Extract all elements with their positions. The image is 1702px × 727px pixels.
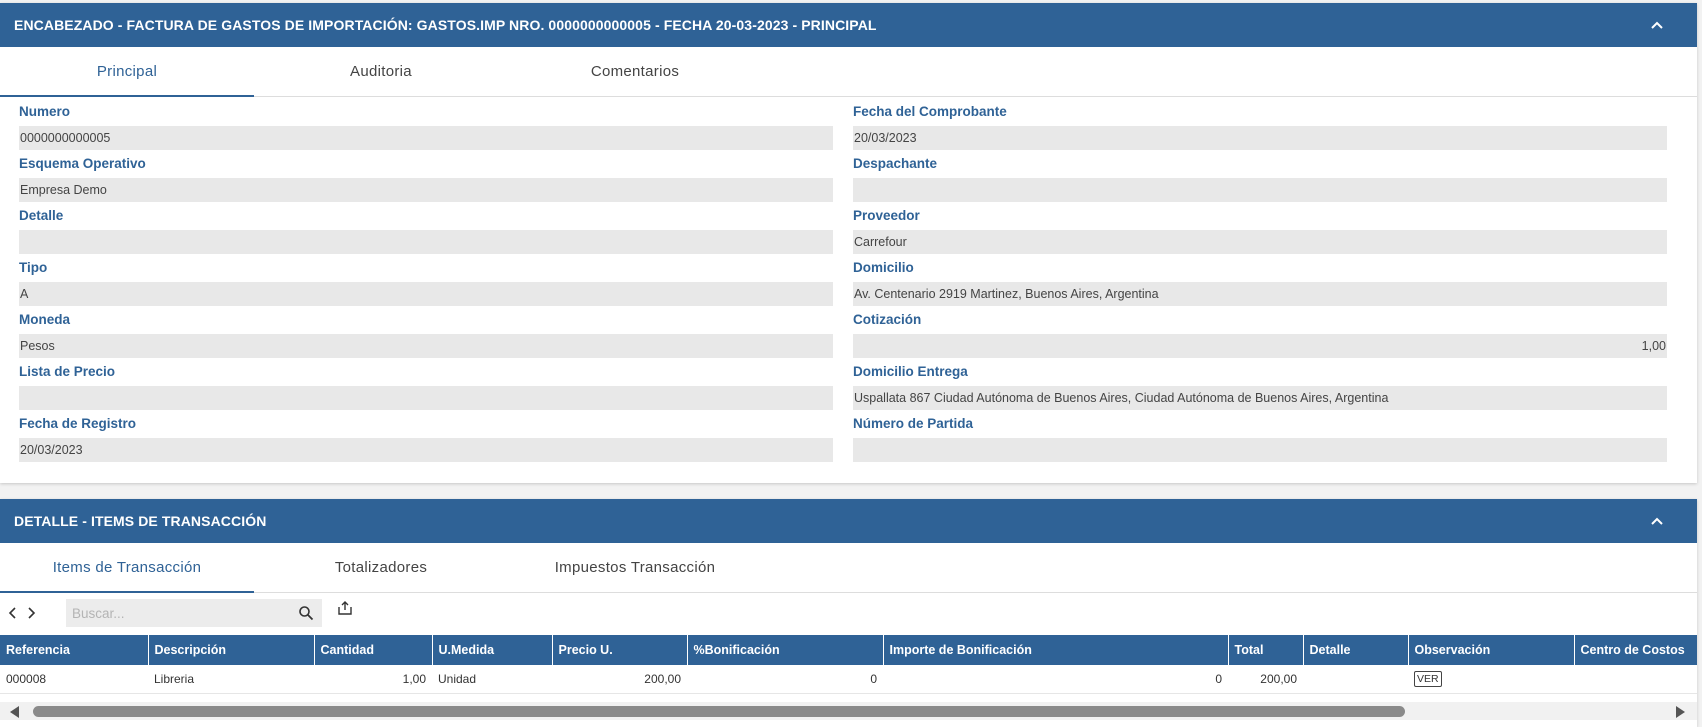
header-tabs: Principal Auditoria Comentarios [0,47,1697,97]
scroll-left-arrow-icon[interactable] [10,706,19,718]
detail-panel-bar[interactable]: DETALLE - ITEMS DE TRANSACCIÓN [0,499,1697,543]
numero-de-partida-input[interactable] [853,438,1667,462]
column-header[interactable]: Precio U. [552,635,688,665]
column-header[interactable]: Referencia [0,635,149,665]
cell-precio: 200,00 [552,665,687,694]
column-header[interactable]: Descripción [148,635,315,665]
detail-tabs: Items de Transacción Totalizadores Impue… [0,543,1697,593]
table-header-row: Referencia Descripción Cantidad U.Medida… [0,635,1697,665]
header-form: Numero 0000000000005 Esquema Operativo E… [0,97,1697,481]
search-icon[interactable] [298,605,314,621]
detail-panel-title: DETALLE - ITEMS DE TRANSACCIÓN [14,513,267,529]
field-label: Esquema Operativo [19,156,146,171]
field-fecha-de-registro: Fecha de Registro 20/03/2023 [19,414,833,462]
field-label: Tipo [19,260,48,275]
field-fecha-del-comprobante: Fecha del Comprobante 20/03/2023 [853,102,1667,150]
cell-descripcion: Libreria [148,665,314,694]
chevron-up-icon[interactable] [1647,511,1667,531]
column-header[interactable]: Total [1228,635,1304,665]
fecha-del-comprobante-input[interactable]: 20/03/2023 [853,126,1667,150]
field-label: Detalle [19,208,64,223]
horizontal-scrollbar[interactable] [0,702,1697,720]
field-label: Domicilio Entrega [853,364,968,379]
cell-detalle [1303,665,1408,694]
cell-referencia: 000008 [0,665,148,694]
field-label: Domicilio [853,260,914,275]
tab-totalizadores[interactable]: Totalizadores [254,543,508,592]
column-header[interactable]: Centro de Costos [1574,635,1697,665]
tab-auditoria[interactable]: Auditoria [254,47,508,96]
cotizacion-input[interactable]: 1,00 [853,334,1667,358]
header-panel-title: ENCABEZADO - FACTURA DE GASTOS DE IMPORT… [14,17,877,33]
header-panel-bar[interactable]: ENCABEZADO - FACTURA DE GASTOS DE IMPORT… [0,3,1697,47]
items-table: Referencia Descripción Cantidad U.Medida… [0,635,1697,694]
table-row[interactable]: 000008 Libreria 1,00 Unidad 200,00 0 0 2… [0,665,1697,694]
column-header[interactable]: Observación [1408,635,1575,665]
column-header[interactable]: Importe de Bonificación [883,635,1229,665]
header-panel: ENCABEZADO - FACTURA DE GASTOS DE IMPORT… [0,3,1697,483]
field-label: Moneda [19,312,71,327]
field-label: Numero [19,104,71,119]
field-label: Proveedor [853,208,920,223]
scroll-right-arrow-icon[interactable] [1676,706,1685,718]
column-header[interactable]: U.Medida [432,635,553,665]
field-moneda: Moneda Pesos [19,310,833,358]
grid-toolbar [0,593,1697,635]
field-label: Lista de Precio [19,364,116,379]
chevron-left-icon[interactable] [6,605,20,621]
detalle-input[interactable] [19,230,833,254]
field-tipo: Tipo A [19,258,833,306]
fecha-de-registro-input[interactable]: 20/03/2023 [19,438,833,462]
cell-centro-costos [1574,665,1697,694]
field-esquema-operativo: Esquema Operativo Empresa Demo [19,154,833,202]
tab-items-de-transaccion[interactable]: Items de Transacción [0,543,254,593]
column-header[interactable]: Detalle [1303,635,1409,665]
field-label: Fecha del Comprobante [853,104,1007,119]
moneda-input[interactable]: Pesos [19,334,833,358]
proveedor-input[interactable]: Carrefour [853,230,1667,254]
cell-total: 200,00 [1228,665,1303,694]
domicilio-entrega-input[interactable]: Uspallata 867 Ciudad Autónoma de Buenos … [853,386,1667,410]
field-numero-de-partida: Número de Partida [853,414,1667,462]
field-despachante: Despachante [853,154,1667,202]
field-domicilio: Domicilio Av. Centenario 2919 Martinez, … [853,258,1667,306]
lista-de-precio-input[interactable] [19,386,833,410]
numero-input[interactable]: 0000000000005 [19,126,833,150]
tipo-input[interactable]: A [19,282,833,306]
field-lista-de-precio: Lista de Precio [19,362,833,410]
field-domicilio-entrega: Domicilio Entrega Uspallata 867 Ciudad A… [853,362,1667,410]
export-icon[interactable] [337,600,353,616]
search-input[interactable] [66,599,286,627]
chevron-up-icon[interactable] [1647,15,1667,35]
detail-panel: DETALLE - ITEMS DE TRANSACCIÓN Items de … [0,499,1697,727]
field-proveedor: Proveedor Carrefour [853,206,1667,254]
field-label: Cotización [853,312,922,327]
column-header[interactable]: %Bonificación [687,635,884,665]
field-label: Despachante [853,156,938,171]
scrollbar-thumb[interactable] [33,706,1405,717]
column-header[interactable]: Cantidad [314,635,433,665]
field-detalle: Detalle [19,206,833,254]
field-label: Fecha de Registro [19,416,137,431]
domicilio-input[interactable]: Av. Centenario 2919 Martinez, Buenos Air… [853,282,1667,306]
search-box [66,599,322,627]
ver-button[interactable]: VER [1414,670,1442,687]
cell-observacion: VER [1408,665,1574,694]
tab-comentarios[interactable]: Comentarios [508,47,762,96]
cell-bonificacion-pct: 0 [687,665,883,694]
tab-impuestos-transaccion[interactable]: Impuestos Transacción [508,543,762,592]
cell-cantidad: 1,00 [314,665,432,694]
cell-importe-bonificacion: 0 [883,665,1228,694]
field-label: Número de Partida [853,416,974,431]
tab-principal[interactable]: Principal [0,47,254,97]
esquema-operativo-input[interactable]: Empresa Demo [19,178,833,202]
field-numero: Numero 0000000000005 [19,102,833,150]
field-cotizacion: Cotización 1,00 [853,310,1667,358]
despachante-input[interactable] [853,178,1667,202]
chevron-right-icon[interactable] [24,605,38,621]
cell-umedida: Unidad [432,665,552,694]
